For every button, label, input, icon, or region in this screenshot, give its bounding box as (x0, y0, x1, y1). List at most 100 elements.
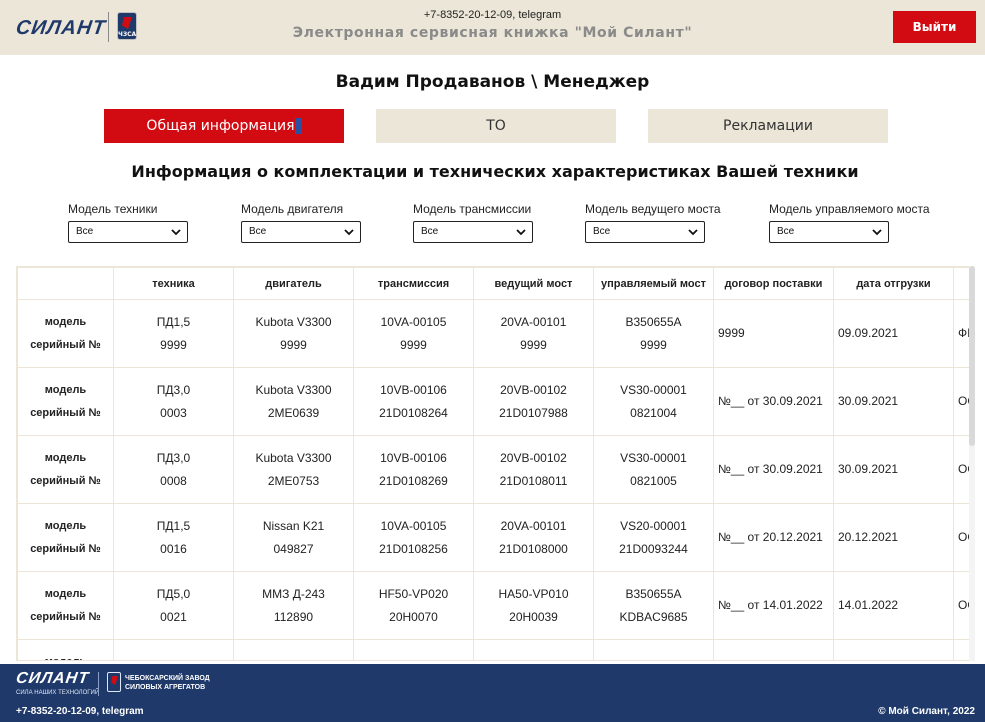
tab-claims[interactable]: Рекламации (648, 109, 888, 143)
column-header[interactable]: двигатель (233, 267, 354, 300)
cell-text: VS30-00001 (620, 450, 687, 465)
footer-silant-logo[interactable]: СИЛАНТ (15, 670, 90, 688)
cell-text: ПД3,0 (156, 450, 191, 465)
column-header[interactable]: договор поставки (713, 267, 834, 300)
cell-text: модель (44, 383, 87, 396)
cell-ship-date: 20.12.2021 (833, 503, 954, 572)
cell-text: 09.09.2021 (838, 326, 899, 340)
footer: СИЛАНТ СИЛА НАШИХ ТЕХНОЛОГИЙ ЧЕБОКСАРСКИ… (0, 664, 985, 722)
cell-transmission: HF50-VP020 20H0070 (353, 571, 474, 640)
cell-text: B350655A (625, 314, 682, 329)
row-header: модель серийный № (17, 367, 114, 436)
cell-ship-date: 30.09.2021 (833, 435, 954, 504)
cell-text: модель (44, 519, 87, 532)
cell-text: серийный № (30, 338, 101, 351)
column-header[interactable]: трансмиссия (353, 267, 474, 300)
cell-engine: ММЗ Д-245 (233, 639, 354, 660)
footer-slogan: СИЛА НАШИХ ТЕХНОЛОГИЙ (16, 690, 100, 696)
cell-extra: ОС (953, 503, 969, 572)
tab-maintenance[interactable]: ТО (376, 109, 616, 143)
column-header[interactable]: ведущий мост (473, 267, 594, 300)
cell-contract: №__ от 30.09.2021 (713, 435, 834, 504)
filter-label: Модель двигателя (241, 202, 344, 216)
cell-steer-axle: B350655A KDBAC9685 (593, 571, 714, 640)
filter-label: Модель техники (68, 202, 158, 216)
row-header: модель серийный № (17, 435, 114, 504)
cell-extra: ФІ (953, 299, 969, 368)
logout-button[interactable]: Выйти (893, 11, 976, 43)
user-role-title: Вадим Продаванов \ Менеджер (335, 72, 650, 92)
cell-text: 112890 (273, 609, 314, 624)
cell-text: 20VA-00101 (500, 518, 567, 533)
cell-text: 9999 (280, 337, 307, 352)
table-scrollbar-thumb[interactable] (969, 266, 975, 446)
machines-table-container[interactable]: техника двигатель трансмиссия ведущий мо… (16, 266, 970, 661)
cell-steer-axle: VS20-00001 21D0093244 (593, 503, 714, 572)
cell-machine: ПД1,5 0016 (113, 503, 234, 572)
cell-steer-axle: VS30-00001 0821004 (593, 367, 714, 436)
cell-text: 21D0108000 (499, 541, 568, 556)
header-title: Электронная сервисная книжка "Мой Силант… (292, 25, 693, 41)
cell-ship-date (833, 639, 954, 660)
filter-transmission-model: Модель трансмиссии Все (413, 202, 533, 243)
transmission-model-select[interactable]: Все (413, 221, 533, 243)
footer-plant-name: ЧЕБОКСАРСКИЙ ЗАВОД СИЛОВЫХ АГРЕГАТОВ (125, 675, 210, 691)
select-value: Все (76, 226, 94, 237)
cell-text: №__ от 30.09.2021 (718, 394, 823, 408)
cell-text: HA50-VP010 (498, 586, 569, 601)
cell-contract: №__ от 14.01.2022 (713, 571, 834, 640)
table-row[interactable]: модель серийный № ПД1,5 0016 Nissan K21 04982… (17, 503, 969, 572)
cell-text: 21D0093244 (619, 541, 688, 556)
cell-drive-axle: 20VB-00102 21D0108011 (473, 435, 594, 504)
cell-text: серийный № (30, 542, 101, 555)
header: СИЛАНТ ЧЗСА +7-8352-20-12-09, telegram Э… (0, 0, 985, 55)
footer-divider (98, 672, 99, 696)
cell-contract (713, 639, 834, 660)
cell-text: 10VA-00105 (380, 518, 447, 533)
cell-text: 30.09.2021 (838, 394, 899, 408)
tab-label: Общая информация (146, 118, 295, 134)
table-row[interactable]: модель серийный № ПД3,0 0008 Kubota V3300 2ME… (17, 435, 969, 504)
cell-drive-axle: 20VA-00101 9999 (473, 299, 594, 368)
cell-extra: ОС (953, 367, 969, 436)
steer-axle-model-select[interactable]: Все (769, 221, 889, 243)
engine-model-select[interactable]: Все (241, 221, 361, 243)
drive-axle-model-select[interactable]: Все (585, 221, 705, 243)
cell-text: VS30-00001 (620, 382, 687, 397)
cell-engine: Kubota V3300 2ME0639 (233, 367, 354, 436)
tab-general-info[interactable]: Общая информация (104, 109, 344, 143)
column-header[interactable]: управляемый мост (593, 267, 714, 300)
cell-contract: №__ от 20.12.2021 (713, 503, 834, 572)
cell-text: 20VA-00101 (500, 314, 567, 329)
cell-text: ММЗ Д-243 (262, 586, 325, 601)
chevron-down-icon (344, 229, 354, 236)
filter-label: Модель трансмиссии (413, 202, 532, 216)
cell-ship-date: 14.01.2022 (833, 571, 954, 640)
column-header[interactable]: техника (113, 267, 234, 300)
column-header[interactable]: г (953, 267, 969, 300)
table-row[interactable]: модельсерийный №ПД5,0ММЗ Д-245HF50-VP020… (17, 639, 969, 660)
footer-phone: +7-8352-20-12-09, telegram (16, 706, 144, 717)
cell-machine: ПД5,0 0021 (113, 571, 234, 640)
cell-text: модель (44, 451, 87, 464)
cell-engine: Kubota V3300 9999 (233, 299, 354, 368)
cell-text: 21D0108269 (379, 473, 448, 488)
cell-text: 20VB-00102 (500, 382, 567, 397)
cell-text: Kubota V3300 (255, 450, 332, 465)
table-row[interactable]: модель серийный № ПД5,0 0021 ММЗ Д-243 112890… (17, 571, 969, 640)
cell-text: 14.01.2022 (838, 598, 899, 612)
cell-text: серийный № (30, 610, 101, 623)
filter-engine-model: Модель двигателя Все (241, 202, 361, 243)
cell-steer-axle: B350655A (593, 639, 714, 660)
cell-engine: Nissan K21 049827 (233, 503, 354, 572)
table-row[interactable]: модель серийный № ПД1,5 9999 Kubota V3300 999… (17, 299, 969, 368)
cell-text: 9999 (640, 337, 667, 352)
chevron-down-icon (688, 229, 698, 236)
cell-text: 9999 (160, 337, 187, 352)
table-row[interactable]: модель серийный № ПД3,0 0003 Kubota V3300 2ME… (17, 367, 969, 436)
column-header (17, 267, 114, 300)
machine-model-select[interactable]: Все (68, 221, 188, 243)
cell-machine: ПД1,5 9999 (113, 299, 234, 368)
column-header[interactable]: дата отгрузки (833, 267, 954, 300)
cell-text: Kubota V3300 (255, 314, 332, 329)
